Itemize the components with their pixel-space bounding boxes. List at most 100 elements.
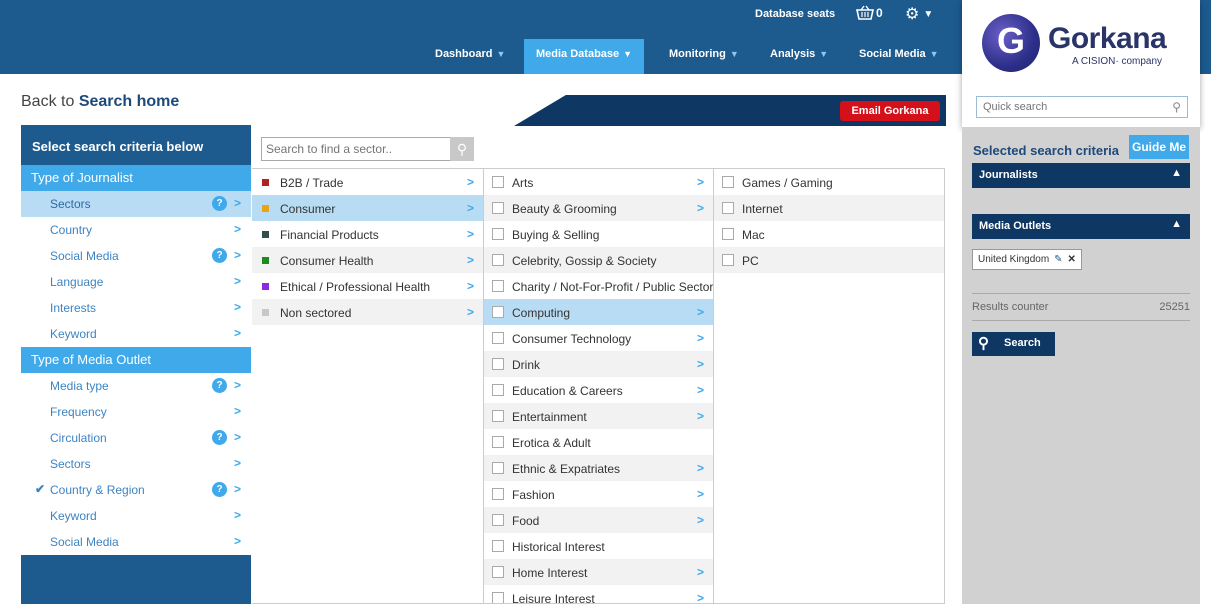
checkbox[interactable] [492,540,504,552]
chevron-right-icon: > [466,175,474,189]
sector-row[interactable]: Ethical / Professional Health > [252,273,483,299]
checkbox[interactable] [492,176,504,188]
checkbox[interactable] [492,202,504,214]
chevron-down-icon: ▼ [496,49,506,59]
help-icon[interactable]: ? [212,248,227,263]
topic-row[interactable]: PC [714,247,944,273]
checkbox[interactable] [492,280,504,292]
checkbox[interactable] [492,592,504,603]
subsector-row[interactable]: Fashion > [484,481,713,507]
close-icon[interactable]: ✕ [1068,254,1076,265]
checkbox[interactable] [492,462,504,474]
checkbox[interactable] [492,306,504,318]
chevron-right-icon: > [696,305,704,319]
database-seats-link[interactable]: Database seats [755,8,835,20]
results-counter-label: Results counter [972,301,1049,313]
subsector-row[interactable]: Education & Careers > [484,377,713,403]
journalists-bar[interactable]: Journalists ▲ [972,163,1190,188]
help-icon[interactable]: ? [212,430,227,445]
subsector-row[interactable]: Consumer Technology > [484,325,713,351]
nav-dashboard[interactable]: Dashboard ▼ [435,39,505,74]
checkbox[interactable] [492,384,504,396]
nav-social-media[interactable]: Social Media ▼ [859,39,939,74]
topic-row[interactable]: Mac [714,221,944,247]
checkbox[interactable] [492,358,504,370]
sector-search-input[interactable] [262,138,448,160]
subsector-column: Arts > Beauty & Grooming > Buying & Sellin… [483,168,714,604]
help-icon[interactable]: ? [212,378,227,393]
checkbox[interactable] [722,202,734,214]
criteria-item-country-region[interactable]: ✔ Country & Region? > [21,477,251,503]
back-to-search-link[interactable]: Back to Search home [21,93,179,111]
chevron-right-icon: > [233,326,241,340]
checkbox[interactable] [492,254,504,266]
quick-search-input[interactable] [977,97,1157,117]
checkbox[interactable] [492,488,504,500]
nav-monitoring[interactable]: Monitoring ▼ [669,39,739,74]
sector-row[interactable]: Non sectored > [252,299,483,325]
search-button[interactable]: ⚲ Search [972,332,1055,356]
checkbox[interactable] [492,514,504,526]
sector-search-button[interactable]: ⚲ [450,137,474,161]
chevron-right-icon: > [233,378,241,392]
sector-search [261,137,451,161]
criteria-item-media-type[interactable]: Media type? > [21,373,251,399]
email-gorkana-button[interactable]: Email Gorkana [840,101,940,121]
media-outlets-bar[interactable]: Media Outlets ▲ [972,214,1190,239]
criteria-item-sectors[interactable]: Sectors? > [21,191,251,217]
basket-button[interactable]: 0 [856,5,883,21]
criteria-item-frequency[interactable]: Frequency > [21,399,251,425]
sector-row[interactable]: Financial Products > [252,221,483,247]
subsector-row[interactable]: Erotica & Adult [484,429,713,455]
subsector-row[interactable]: Arts > [484,169,713,195]
subsector-row[interactable]: Buying & Selling [484,221,713,247]
criteria-item-social-media[interactable]: Social Media? > [21,243,251,269]
quick-search: ⚲ [976,96,1188,118]
criteria-item-keyword[interactable]: Keyword > [21,321,251,347]
edit-icon[interactable]: ✎ [1054,254,1062,265]
nav-analysis[interactable]: Analysis ▼ [770,39,828,74]
criteria-item-outlet-social-media[interactable]: Social Media > [21,529,251,555]
checkbox[interactable] [722,254,734,266]
color-swatch [262,231,269,238]
criteria-item-interests[interactable]: Interests > [21,295,251,321]
search-icon[interactable]: ⚲ [1172,100,1181,114]
subsector-row[interactable]: Charity / Not-For-Profit / Public Sector [484,273,713,299]
sector-row[interactable]: Consumer Health > [252,247,483,273]
subsector-row[interactable]: Drink > [484,351,713,377]
criteria-item-outlet-sectors[interactable]: Sectors > [21,451,251,477]
help-icon[interactable]: ? [212,196,227,211]
checkbox[interactable] [722,176,734,188]
criteria-item-country[interactable]: Country > [21,217,251,243]
subsector-row[interactable]: Entertainment > [484,403,713,429]
criteria-item-language[interactable]: Language > [21,269,251,295]
subsector-row[interactable]: Historical Interest [484,533,713,559]
checkbox[interactable] [492,228,504,240]
checkbox[interactable] [492,332,504,344]
selected-criteria-title: Selected search criteria [973,143,1119,158]
subsector-row[interactable]: Computing > [484,299,713,325]
checkbox[interactable] [492,436,504,448]
criteria-item-outlet-keyword[interactable]: Keyword > [21,503,251,529]
topic-row[interactable]: Internet [714,195,944,221]
checkbox[interactable] [722,228,734,240]
subsector-row[interactable]: Home Interest > [484,559,713,585]
chevron-right-icon: > [233,482,241,496]
sector-row[interactable]: Consumer > [252,195,483,221]
guide-me-button[interactable]: Guide Me [1129,135,1189,159]
checkbox[interactable] [492,410,504,422]
criteria-item-circulation[interactable]: Circulation? > [21,425,251,451]
subsector-row[interactable]: Food > [484,507,713,533]
nav-media-database[interactable]: Media Database ▼ [524,39,645,74]
subsector-row[interactable]: Beauty & Grooming > [484,195,713,221]
sector-row[interactable]: B2B / Trade > [252,169,483,195]
settings-menu[interactable]: ⚙ ▼ [905,4,933,24]
subsector-row[interactable]: Leisure Interest > [484,585,713,603]
help-icon[interactable]: ? [212,482,227,497]
subsector-row[interactable]: Ethnic & Expatriates > [484,455,713,481]
topic-row[interactable]: Games / Gaming [714,169,944,195]
chevron-right-icon: > [466,227,474,241]
chevron-up-icon: ▲ [1171,167,1182,179]
subsector-row[interactable]: Celebrity, Gossip & Society [484,247,713,273]
checkbox[interactable] [492,566,504,578]
